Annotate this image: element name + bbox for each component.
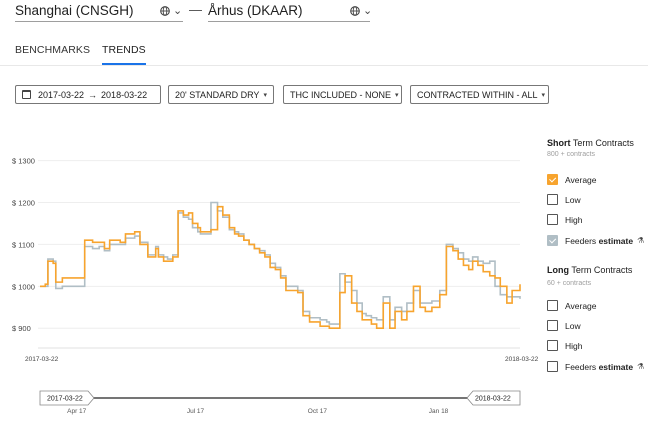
- long-average-toggle[interactable]: Average: [547, 300, 597, 311]
- long-high-toggle[interactable]: High: [547, 340, 582, 351]
- checkbox-icon: [547, 300, 558, 311]
- destination-port-selector[interactable]: ⌄: [350, 4, 372, 17]
- short-feeders-toggle[interactable]: Feeders estimate ⚗: [547, 235, 644, 246]
- tab-trends[interactable]: TRENDS: [102, 44, 146, 65]
- short-average-toggle[interactable]: Average: [547, 174, 597, 185]
- caret-down-icon: ▾: [541, 91, 546, 99]
- y-tick-label: $ 1300: [12, 157, 35, 166]
- thc-label: THC INCLUDED - NONE: [290, 89, 392, 100]
- series-feeders-line: [40, 201, 521, 325]
- trend-chart-svg[interactable]: $ 1300 $ 1200 $ 1100 $ 1000 $ 900 2017-03-22 2…: [0, 140, 540, 428]
- chevron-down-icon: ⌄: [173, 5, 183, 17]
- origin-port-selector[interactable]: ⌄: [160, 4, 182, 17]
- y-tick-label: $ 1200: [12, 198, 35, 207]
- navigator-tick-label: Apr 17: [67, 408, 87, 415]
- destination-underline: [208, 21, 370, 22]
- destination-port[interactable]: Århus (DKAAR): [208, 3, 303, 18]
- origin-underline: [15, 21, 183, 22]
- y-tick-label: $ 1100: [12, 240, 34, 249]
- checkbox-checked-icon: [547, 235, 558, 246]
- checkbox-icon: [547, 340, 558, 351]
- checkbox-icon: [547, 214, 558, 225]
- date-from: 2017-03-22: [38, 89, 85, 100]
- x-tick-label: 2017-03-22: [25, 356, 59, 363]
- route-separator: —: [189, 2, 202, 17]
- caret-down-icon: ▾: [395, 91, 399, 99]
- globe-icon: [350, 5, 360, 16]
- navigator-tick-label: Oct 17: [308, 408, 328, 415]
- thc-filter[interactable]: THC INCLUDED - NONE ▾: [283, 85, 402, 104]
- navigator-tick-label: Jan 18: [429, 408, 449, 415]
- short-term-count: 800 + contracts: [547, 151, 596, 158]
- arrow-right-icon: →: [88, 89, 98, 100]
- navigator-tick-label: Jul 17: [187, 408, 205, 415]
- flask-icon: ⚗: [637, 236, 645, 245]
- range-start-label[interactable]: 2017-03-22: [47, 396, 83, 403]
- date-to: 2018-03-22: [101, 89, 148, 100]
- price-trend-chart: $ 1300 $ 1200 $ 1100 $ 1000 $ 900 2017-03-22 2…: [0, 140, 540, 428]
- route-header: Shanghai (CNSGH) ⌄ — Århus (DKAAR) ⌄: [0, 0, 648, 24]
- container-type-label: 20' STANDARD DRY: [175, 89, 260, 100]
- contracted-within-label: CONTRACTED WITHIN - ALL: [417, 89, 538, 100]
- y-tick-label: $ 1000: [12, 282, 35, 291]
- y-tick-label: $ 900: [12, 324, 31, 333]
- date-range-filter[interactable]: 2017-03-22 → 2018-03-22: [15, 85, 161, 104]
- chevron-down-icon: ⌄: [363, 5, 373, 17]
- calendar-icon: [22, 90, 31, 99]
- tab-benchmarks[interactable]: BENCHMARKS: [15, 44, 90, 65]
- globe-icon: [160, 5, 170, 16]
- long-term-count: 60 + contracts: [547, 280, 592, 287]
- x-tick-label: 2018-03-22: [505, 356, 539, 363]
- series-legend: Short Term Contracts 800 + contracts Ave…: [547, 138, 647, 372]
- container-type-filter[interactable]: 20' STANDARD DRY ▾: [168, 85, 274, 104]
- checkbox-icon: [547, 361, 558, 372]
- short-high-toggle[interactable]: High: [547, 214, 582, 225]
- checkbox-checked-icon: [547, 174, 558, 185]
- short-term-title: Short Term Contracts: [547, 138, 634, 148]
- flask-icon: ⚗: [637, 362, 645, 371]
- caret-down-icon: ▾: [263, 91, 267, 99]
- long-feeders-toggle[interactable]: Feeders estimate ⚗: [547, 361, 644, 372]
- long-term-title: Long Term Contracts: [547, 265, 633, 275]
- long-low-toggle[interactable]: Low: [547, 320, 581, 331]
- checkbox-icon: [547, 320, 558, 331]
- checkbox-icon: [547, 194, 558, 205]
- origin-port[interactable]: Shanghai (CNSGH): [15, 3, 134, 18]
- range-end-label[interactable]: 2018-03-22: [475, 396, 511, 403]
- contracted-within-filter[interactable]: CONTRACTED WITHIN - ALL ▾: [410, 85, 549, 104]
- short-low-toggle[interactable]: Low: [547, 194, 581, 205]
- tab-bar: BENCHMARKS TRENDS: [0, 42, 648, 66]
